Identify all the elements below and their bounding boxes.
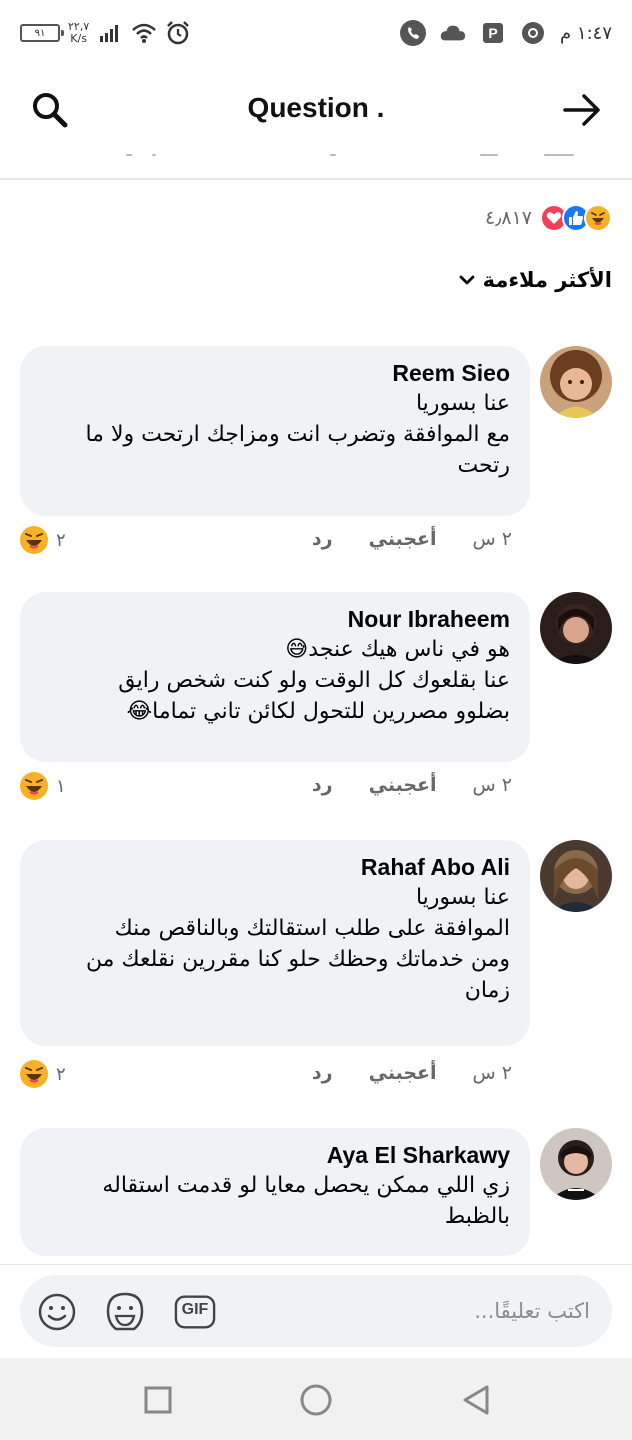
home-button[interactable]	[296, 1380, 336, 1420]
comment-author[interactable]: Nour Ibraheem	[40, 604, 510, 634]
comment-text: هو في ناس هيك عنجد😅	[285, 637, 510, 662]
reply-button[interactable]: رد	[312, 528, 333, 550]
page-title: Question .	[247, 92, 385, 123]
sticker-button[interactable]	[104, 1291, 146, 1333]
like-button[interactable]: أعجبني	[369, 774, 437, 796]
comment-text: زي اللي ممكن يحصل معايا لو قدمت استقاله	[102, 1173, 510, 1198]
comment: Aya El Sharkawy زي اللي ممكن يحصل معايا …	[20, 1128, 612, 1260]
reactions-count: ٤٫٨١٧	[485, 207, 532, 229]
haha-icon	[20, 772, 48, 800]
like-button[interactable]: أعجبني	[369, 528, 437, 550]
signal-icon	[97, 20, 123, 46]
header-divider	[0, 178, 632, 180]
comment-reaction-badge[interactable]: ١	[20, 772, 66, 800]
comment-text: عنا بسوريا	[415, 885, 510, 910]
gif-button[interactable]: GIF	[174, 1291, 216, 1333]
cloud-icon	[440, 20, 466, 46]
comment: Rahaf Abo Ali عنا بسوريا الموافقة على طل…	[20, 840, 612, 1096]
parking-icon: P	[480, 20, 506, 46]
wifi-icon	[131, 20, 157, 46]
comment-bubble[interactable]: Rahaf Abo Ali عنا بسوريا الموافقة على طل…	[20, 840, 530, 1046]
speed-unit: K/s	[70, 32, 87, 45]
avatar[interactable]	[540, 592, 612, 664]
forward-button[interactable]	[558, 86, 606, 134]
comment: Reem Sieo عنا بسوريا مع الموافقة وتضرب ا…	[20, 346, 612, 566]
header: Question .	[0, 64, 632, 156]
comment-text: ومن خدماتك وحظك حلو كنا مقررين نقلعك من	[85, 947, 510, 972]
sort-dropdown[interactable]: الأكثر ملاءمة	[459, 268, 612, 292]
smiley-icon	[38, 1293, 76, 1331]
square-icon	[144, 1386, 172, 1414]
comment-actions: ٢ س أعجبني رد	[312, 1062, 512, 1084]
sticker-icon	[106, 1292, 144, 1331]
composer-box: GIF	[20, 1275, 612, 1347]
reaction-icons	[540, 204, 612, 232]
reply-button[interactable]: رد	[312, 1062, 333, 1084]
comment-reaction-count: ١	[56, 775, 66, 797]
comment-time: ٢ س	[472, 528, 512, 550]
like-button[interactable]: أعجبني	[369, 1062, 437, 1084]
arrow-right-icon	[563, 94, 600, 126]
status-right: P ١:٤٧ م	[400, 16, 612, 50]
comment-text: رتحت	[457, 453, 510, 478]
call-icon	[400, 20, 427, 46]
sort-label: الأكثر ملاءمة	[482, 268, 612, 292]
comment-text: بضلوو مصررين للتحول لكائن تاني تماما😂	[126, 699, 510, 724]
network-speed: ٢٢,٧ K/s	[68, 21, 89, 45]
recents-button[interactable]	[138, 1380, 178, 1420]
comment: Nour Ibraheem هو في ناس هيك عنجد😅 عنا بق…	[20, 592, 612, 812]
haha-icon	[584, 204, 612, 232]
avatar[interactable]	[540, 346, 612, 418]
comment-reaction-count: ٢	[56, 529, 66, 551]
comment-bubble[interactable]: Nour Ibraheem هو في ناس هيك عنجد😅 عنا بق…	[20, 592, 530, 762]
back-button[interactable]	[456, 1380, 496, 1420]
comment-text: عنا بسوريا	[415, 391, 510, 416]
haha-icon	[20, 1060, 48, 1088]
comment-text: زمان	[464, 978, 510, 1003]
triangle-back-icon	[463, 1385, 489, 1415]
system-navigation-bar	[0, 1358, 632, 1440]
comment-text: الموافقة على طلب استقالتك وبالناقص منك	[114, 916, 510, 941]
comment-author[interactable]: Reem Sieo	[40, 358, 510, 388]
comment-actions: ٢ س أعجبني رد	[312, 774, 512, 796]
comment-text: بالظبط	[444, 1204, 510, 1229]
status-bar: ٩١ ٢٢,٧ K/s P ١:٤٧ م	[0, 0, 632, 64]
status-time: ١:٤٧ م	[560, 22, 612, 44]
comment-reaction-badge[interactable]: ٢	[20, 526, 66, 554]
avatar[interactable]	[540, 840, 612, 912]
cut-off-content	[0, 150, 632, 160]
reply-button[interactable]: رد	[312, 774, 333, 796]
comment-bubble[interactable]: Aya El Sharkawy زي اللي ممكن يحصل معايا …	[20, 1128, 530, 1256]
comment-time: ٢ س	[472, 774, 512, 796]
comment-reaction-badge[interactable]: ٢	[20, 1060, 66, 1088]
comment-bubble[interactable]: Reem Sieo عنا بسوريا مع الموافقة وتضرب ا…	[20, 346, 530, 516]
reactions-summary[interactable]: ٤٫٨١٧	[485, 202, 612, 234]
comment-author[interactable]: Rahaf Abo Ali	[40, 852, 510, 882]
chrome-icon	[520, 20, 546, 46]
comment-composer: GIF	[0, 1264, 632, 1358]
comment-reaction-count: ٢	[56, 1063, 66, 1085]
emoji-button[interactable]	[36, 1291, 78, 1333]
avatar[interactable]	[540, 1128, 612, 1200]
gif-label: GIF	[181, 1301, 209, 1318]
haha-icon	[20, 526, 48, 554]
battery-level: ٩١	[34, 27, 46, 39]
comment-text: عنا بقلعوك كل الوقت ولو كنت شخص رايق	[118, 668, 510, 693]
circle-icon	[300, 1384, 332, 1416]
chevron-down-icon	[459, 275, 474, 285]
comment-text: مع الموافقة وتضرب انت ومزاجك ارتحت ولا م…	[85, 422, 510, 447]
comment-input[interactable]	[290, 1275, 590, 1347]
svg-text:P: P	[488, 25, 497, 41]
alarm-icon	[165, 20, 191, 46]
battery-icon: ٩١	[20, 24, 64, 42]
comment-author[interactable]: Aya El Sharkawy	[40, 1140, 510, 1170]
comment-time: ٢ س	[472, 1062, 512, 1084]
comment-actions: ٢ س أعجبني رد	[312, 528, 512, 550]
status-left: ٩١ ٢٢,٧ K/s	[20, 16, 191, 50]
